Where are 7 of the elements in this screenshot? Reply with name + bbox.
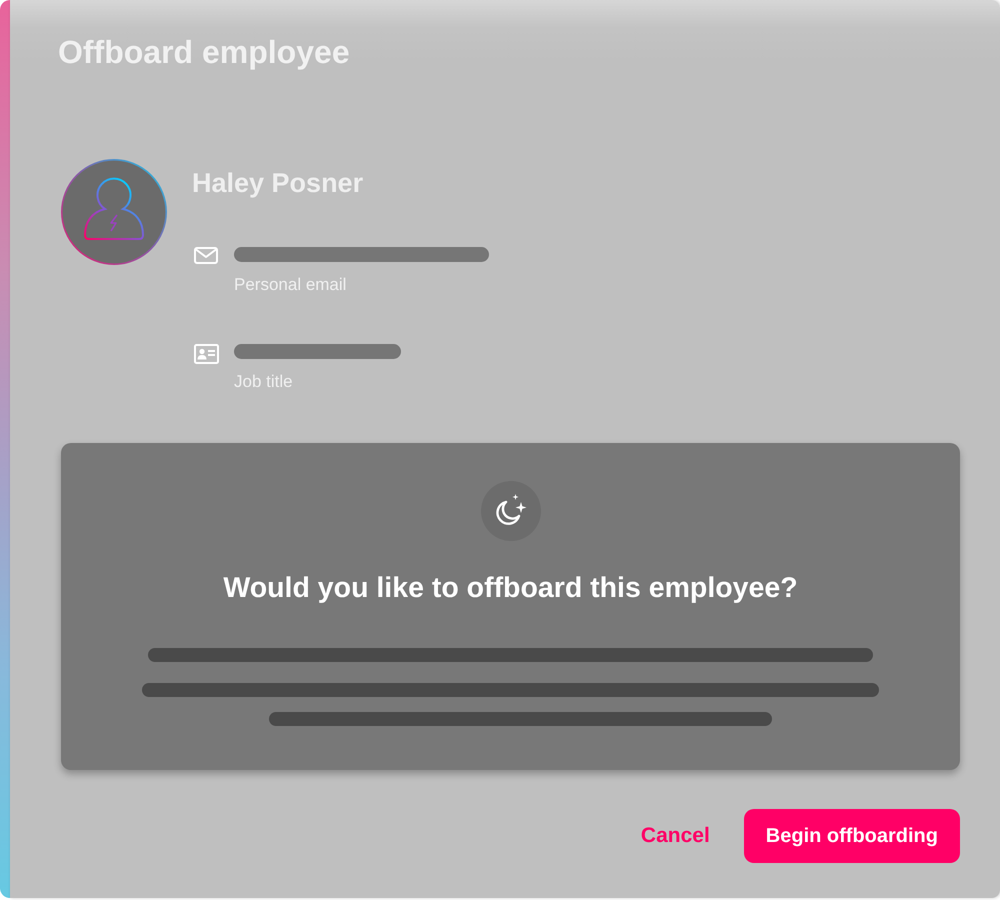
cancel-button[interactable]: Cancel — [626, 816, 724, 856]
moon-stars-icon — [480, 481, 540, 541]
id-card-icon — [194, 344, 219, 364]
envelope-icon — [194, 247, 218, 264]
avatar-icon — [61, 159, 167, 265]
prompt-heading: Would you like to offboard this employee? — [223, 571, 798, 606]
begin-offboarding-button[interactable]: Begin offboarding — [744, 809, 960, 863]
